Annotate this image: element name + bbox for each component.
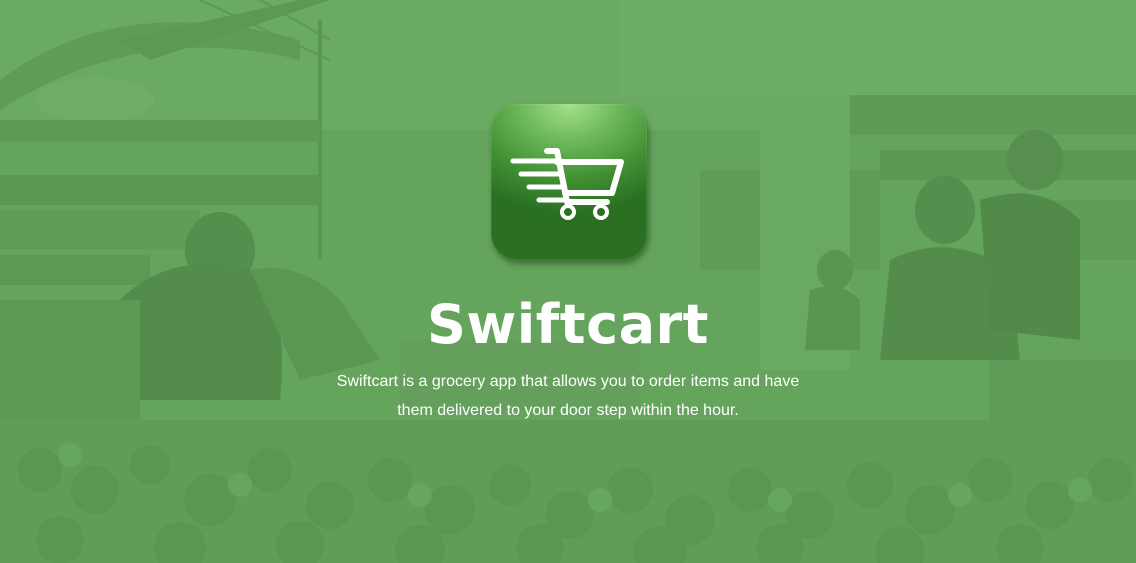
hero-section: Swiftcart Swiftcart is a grocery app tha… xyxy=(0,0,1136,563)
app-icon xyxy=(491,104,647,260)
app-description: Swiftcart is a grocery app that allows y… xyxy=(336,373,800,419)
app-title: Swiftcart xyxy=(427,293,709,356)
shopping-cart-icon xyxy=(510,148,624,220)
hero-content: Swiftcart Swiftcart is a grocery app tha… xyxy=(0,0,1136,563)
